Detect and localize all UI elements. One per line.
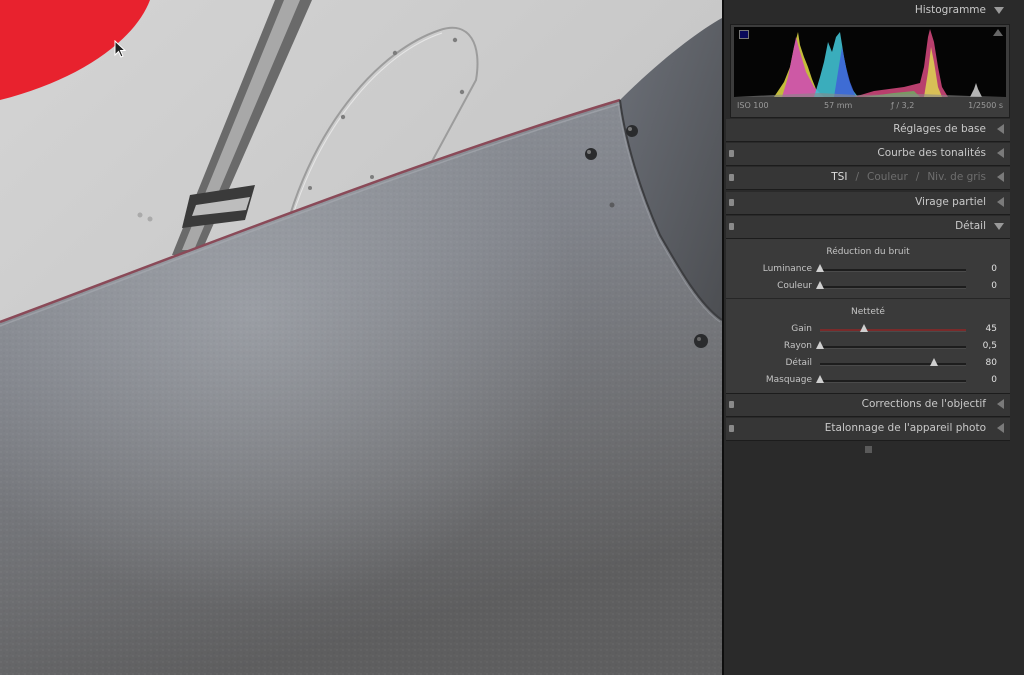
split-toning-title: Virage partiel [915,196,986,208]
aperture-value: ƒ / 3,2 [891,101,915,110]
panel-switch-icon[interactable] [729,401,734,408]
slider-label: Détail [785,358,812,368]
slider-value[interactable]: 0 [991,264,997,274]
highlight-clipping-icon[interactable] [993,29,1003,36]
histogram-header[interactable]: Histogramme [726,0,1010,22]
panel-switch-icon[interactable] [729,150,734,157]
slider-thumb[interactable] [816,341,824,349]
slider-gain[interactable]: Gain 45 [726,323,1010,337]
basic-panel-title: Réglages de base [893,123,986,135]
panel-switch-icon[interactable] [729,223,734,230]
focal-length-value: 57 mm [824,101,853,110]
histogram-panel: ISO 100 57 mm ƒ / 3,2 1/2500 s [730,24,1010,118]
histogram-graph[interactable] [734,27,1006,97]
slider-thumb[interactable] [859,324,868,332]
histogram-curves [734,29,1006,97]
panel-end-marker-icon [865,446,872,453]
slider-track[interactable] [820,358,966,366]
camera-calibration-panel-header[interactable]: Etalonnage de l'appareil photo [726,418,1010,441]
histogram-title: Histogramme [914,4,986,16]
slider-fill [820,363,934,365]
expand-triangle-icon[interactable] [997,399,1004,409]
slider-detail[interactable]: Détail 80 [726,357,1010,371]
slider-track[interactable] [816,375,966,383]
slider-thumb[interactable] [816,281,824,289]
tab-niv-de-gris[interactable]: Niv. de gris [927,171,986,183]
slider-luminance[interactable]: Luminance 0 [726,263,1010,277]
expand-triangle-icon[interactable] [997,172,1004,182]
detail-panel-body: Réduction du bruit Luminance 0 Couleur 0… [726,239,1010,394]
noise-reduction-title: Réduction du bruit [826,247,910,257]
tab-couleur[interactable]: Couleur [867,171,908,183]
slider-track[interactable] [816,281,966,289]
collapse-triangle-icon[interactable] [994,223,1004,230]
slider-track[interactable] [820,324,966,332]
slider-value[interactable]: 0 [991,375,997,385]
hsl-panel-header[interactable]: TSI / Couleur / Niv. de gris [726,167,1010,190]
slider-value[interactable]: 0 [991,281,997,291]
lens-corrections-title: Corrections de l'objectif [861,398,986,410]
collapse-triangle-icon[interactable] [994,7,1004,14]
slider-label: Masquage [765,375,812,385]
slider-fill [820,329,966,331]
basic-panel-header[interactable]: Réglages de base [726,119,1010,142]
exif-info: ISO 100 57 mm ƒ / 3,2 1/2500 s [731,99,1009,113]
slider-value[interactable]: 45 [986,324,997,334]
expand-triangle-icon[interactable] [997,423,1004,433]
camera-calibration-title: Etalonnage de l'appareil photo [824,422,986,434]
detail-panel-header[interactable]: Détail [726,216,1010,239]
slider-label: Gain [791,324,812,334]
photo-preview[interactable] [0,0,722,675]
split-toning-panel-header[interactable]: Virage partiel [726,192,1010,215]
slider-thumb[interactable] [929,358,938,366]
tone-curve-panel-header[interactable]: Courbe des tonalités [726,143,1010,166]
slider-track[interactable] [816,264,966,272]
panel-switch-icon[interactable] [729,199,734,206]
slider-value[interactable]: 80 [986,358,997,368]
shadow-clipping-icon[interactable] [739,30,749,39]
expand-triangle-icon[interactable] [997,197,1004,207]
tone-curve-title: Courbe des tonalités [877,147,986,159]
slider-thumb[interactable] [816,264,824,272]
detail-title: Détail [955,220,986,232]
slider-thumb[interactable] [816,375,824,383]
iso-value: ISO 100 [737,101,769,110]
mouse-cursor-icon [114,40,127,58]
slider-track[interactable] [816,341,966,349]
slider-label: Couleur [777,281,812,291]
slider-couleur[interactable]: Couleur 0 [726,280,1010,294]
slider-value[interactable]: 0,5 [983,341,997,351]
develop-right-panel: Histogramme ISO 100 57 mm ƒ / 3,2 1/2500 [724,0,1024,675]
expand-triangle-icon[interactable] [997,124,1004,134]
aircraft-photo [0,0,722,675]
lens-corrections-panel-header[interactable]: Corrections de l'objectif [726,394,1010,417]
expand-triangle-icon[interactable] [997,148,1004,158]
section-divider [726,298,1010,299]
panel-switch-icon[interactable] [729,174,734,181]
shutter-speed-value: 1/2500 s [968,101,1003,110]
slider-label: Luminance [762,264,812,274]
slider-masquage[interactable]: Masquage 0 [726,374,1010,388]
panel-switch-icon[interactable] [729,425,734,432]
hsl-tabs: TSI / Couleur / Niv. de gris [831,171,986,183]
slider-rayon[interactable]: Rayon 0,5 [726,340,1010,354]
tab-tsi[interactable]: TSI [831,171,847,183]
sharpening-title: Netteté [851,307,885,317]
slider-label: Rayon [783,341,812,351]
